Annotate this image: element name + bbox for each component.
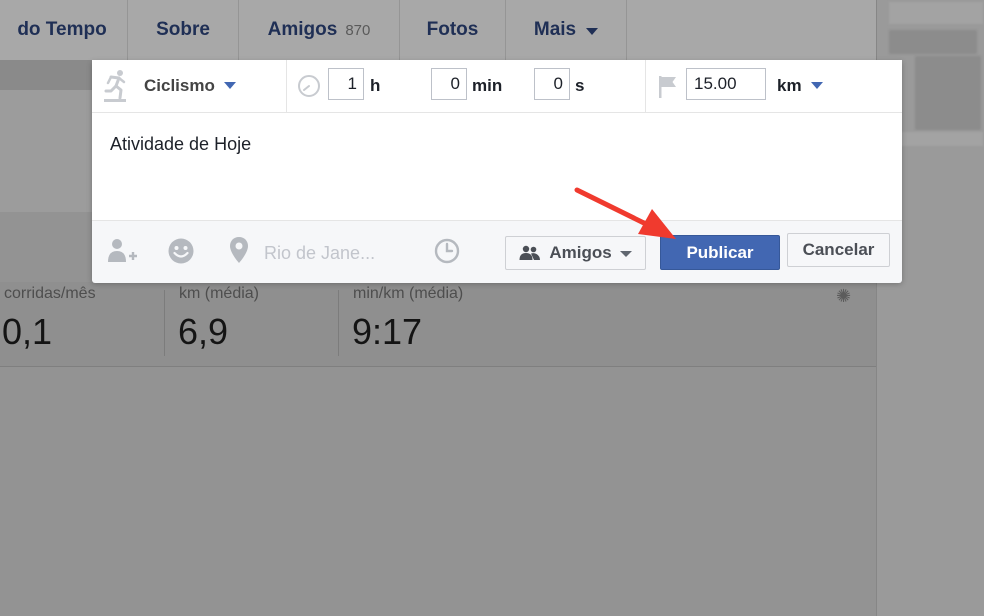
stat-label: km (média) [179,285,260,302]
toolbar-divider [645,60,646,112]
nav-tab-photos[interactable]: Fotos [400,0,505,60]
post-text[interactable]: Atividade de Hoje [110,134,251,155]
hours-input[interactable] [328,68,364,100]
chevron-down-icon [810,81,823,89]
nav-tab-about[interactable]: Sobre [128,0,238,60]
distance-unit-label: km [777,76,802,95]
tag-friends-icon[interactable] [108,238,138,269]
seconds-unit: s [575,76,585,95]
stat-label: min/km (média) [353,285,464,302]
stat-divider [338,290,339,356]
friends-count: 870 [345,21,371,39]
activity-type-select[interactable]: Ciclismo [144,76,236,96]
friends-icon [519,245,541,260]
audience-label: Amigos [549,243,612,262]
cancel-button[interactable]: Cancelar [787,233,890,267]
gear-icon[interactable]: ✺ [836,286,851,307]
blurred-content [889,30,977,54]
nav-tab-label: Mais [533,19,577,40]
page-band [0,366,876,616]
minutes-unit: min [472,76,503,95]
activity-composer-dialog: Ciclismo h min s km Atividade de Hoje [92,60,902,283]
nav-tab-label: Sobre [156,19,210,40]
profile-nav: do Tempo Sobre Amigos 870 Fotos Mais [0,0,876,60]
chevron-down-icon [619,251,632,257]
composer-footer: Rio de Jane... Amigos Publicar Cancelar [92,220,902,283]
runner-icon [102,69,128,108]
nav-tab-label: Fotos [426,19,479,40]
audience-selector-button[interactable]: Amigos [505,236,646,270]
distance-unit-select[interactable]: km [777,76,823,96]
seconds-input[interactable] [534,68,570,100]
smiley-icon[interactable] [167,237,195,270]
location-pin-icon[interactable] [229,236,249,269]
stat-value: 0,1 [2,311,53,352]
blurred-content [889,2,983,24]
flag-icon [657,75,679,104]
chevron-down-icon [586,27,599,35]
activity-toolbar: Ciclismo h min s km [92,60,902,113]
nav-tab-timeline[interactable]: do Tempo [0,0,124,60]
divider [0,366,876,367]
location-field[interactable]: Rio de Jane... [264,243,375,264]
stat-label: corridas/mês [4,285,96,302]
activity-type-label: Ciclismo [144,76,215,95]
toolbar-divider [286,60,287,112]
nav-divider [626,0,627,60]
clock-icon[interactable] [434,238,460,269]
nav-tab-friends[interactable]: Amigos 870 [239,0,399,60]
hours-unit: h [370,76,381,95]
nav-tab-more[interactable]: Mais [506,0,626,60]
publish-button[interactable]: Publicar [660,235,780,270]
distance-input[interactable] [686,68,766,100]
stat-divider [164,290,165,356]
stopwatch-icon [297,74,321,103]
stat-value: 6,9 [178,311,229,352]
blurred-content [915,56,981,130]
nav-tab-label: do Tempo [17,19,107,40]
nav-tab-label: Amigos [267,19,338,40]
minutes-input[interactable] [431,68,467,100]
stat-value: 9:17 [352,311,423,352]
chevron-down-icon [223,81,236,89]
